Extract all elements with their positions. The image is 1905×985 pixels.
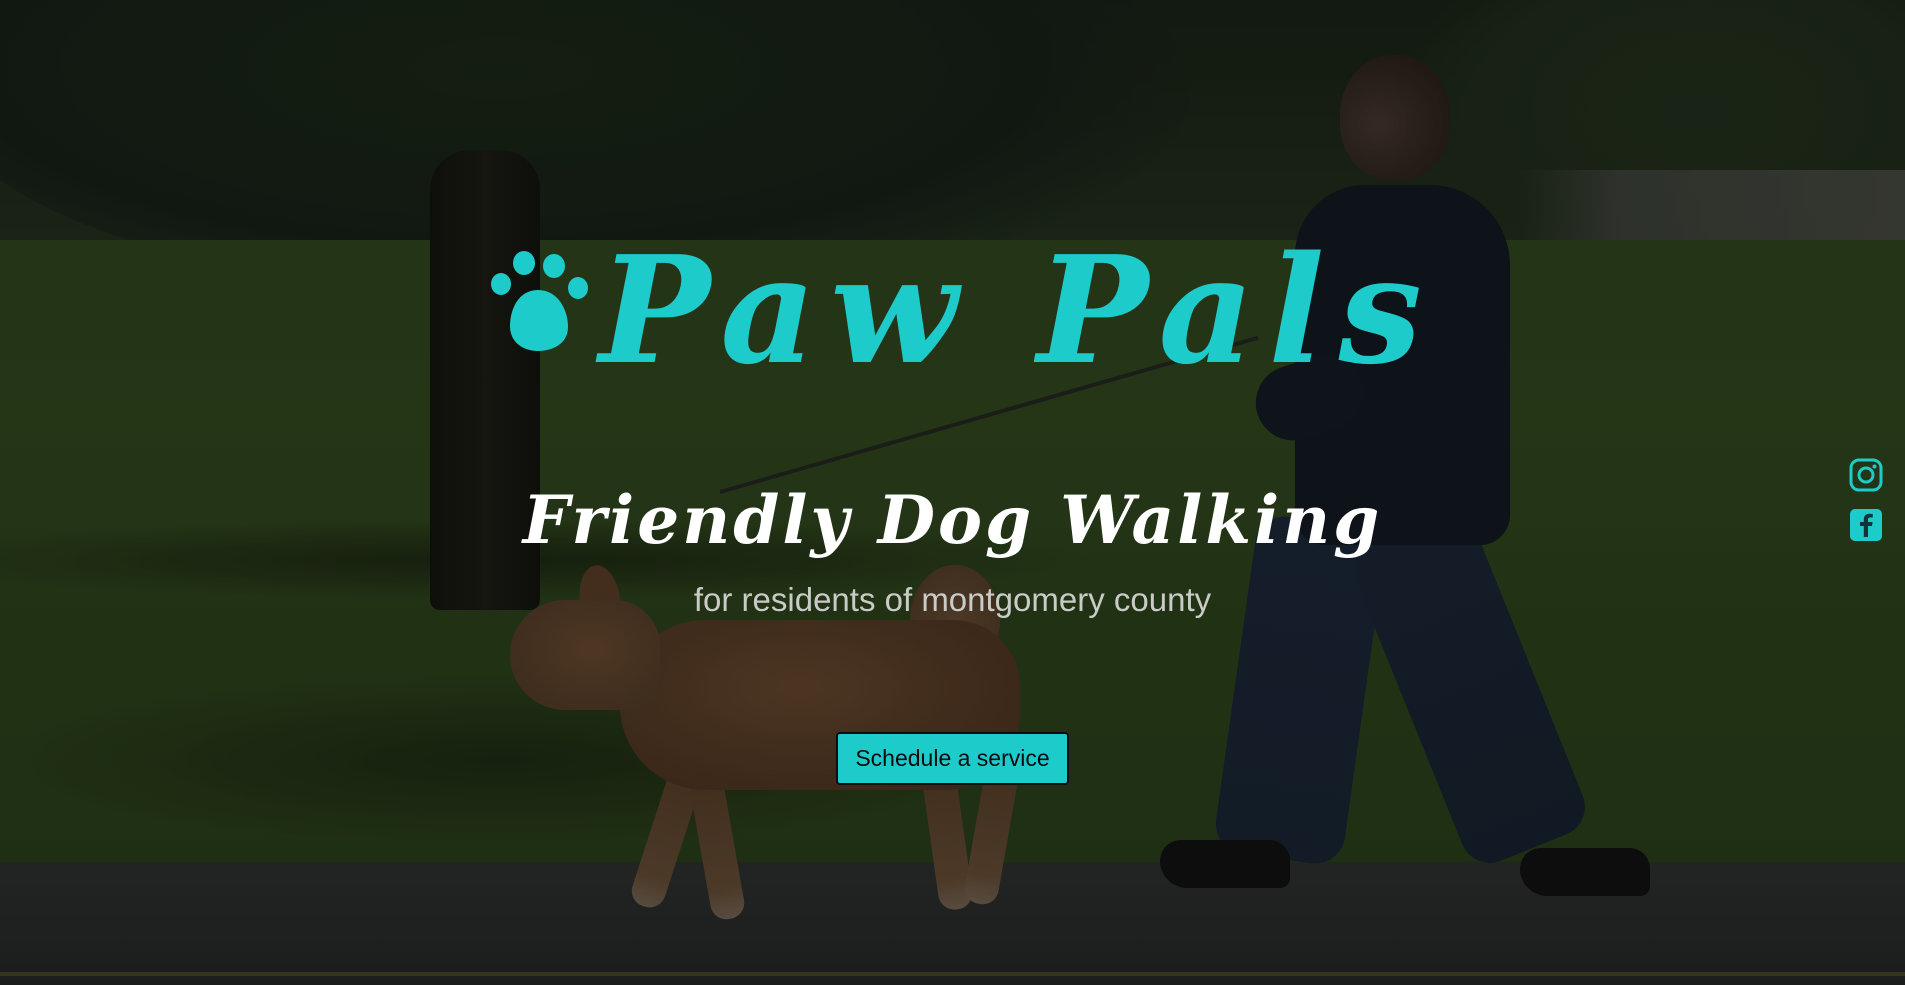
hero-subtitle: for residents of montgomery county xyxy=(693,581,1212,618)
schedule-service-button[interactable]: Schedule a service xyxy=(836,732,1069,785)
brand-logo: Paw Pals xyxy=(488,232,1436,384)
social-links xyxy=(1849,458,1883,542)
instagram-link[interactable] xyxy=(1849,458,1883,492)
facebook-link[interactable] xyxy=(1849,508,1883,542)
hero-tagline: Friendly Dog Walking xyxy=(522,481,1383,559)
instagram-icon xyxy=(1849,458,1883,492)
hero-section: Paw Pals Friendly Dog Walking for reside… xyxy=(0,0,1905,985)
brand-title: Paw Pals xyxy=(599,223,1436,397)
paw-print-icon xyxy=(491,251,588,351)
facebook-icon xyxy=(1850,509,1882,541)
